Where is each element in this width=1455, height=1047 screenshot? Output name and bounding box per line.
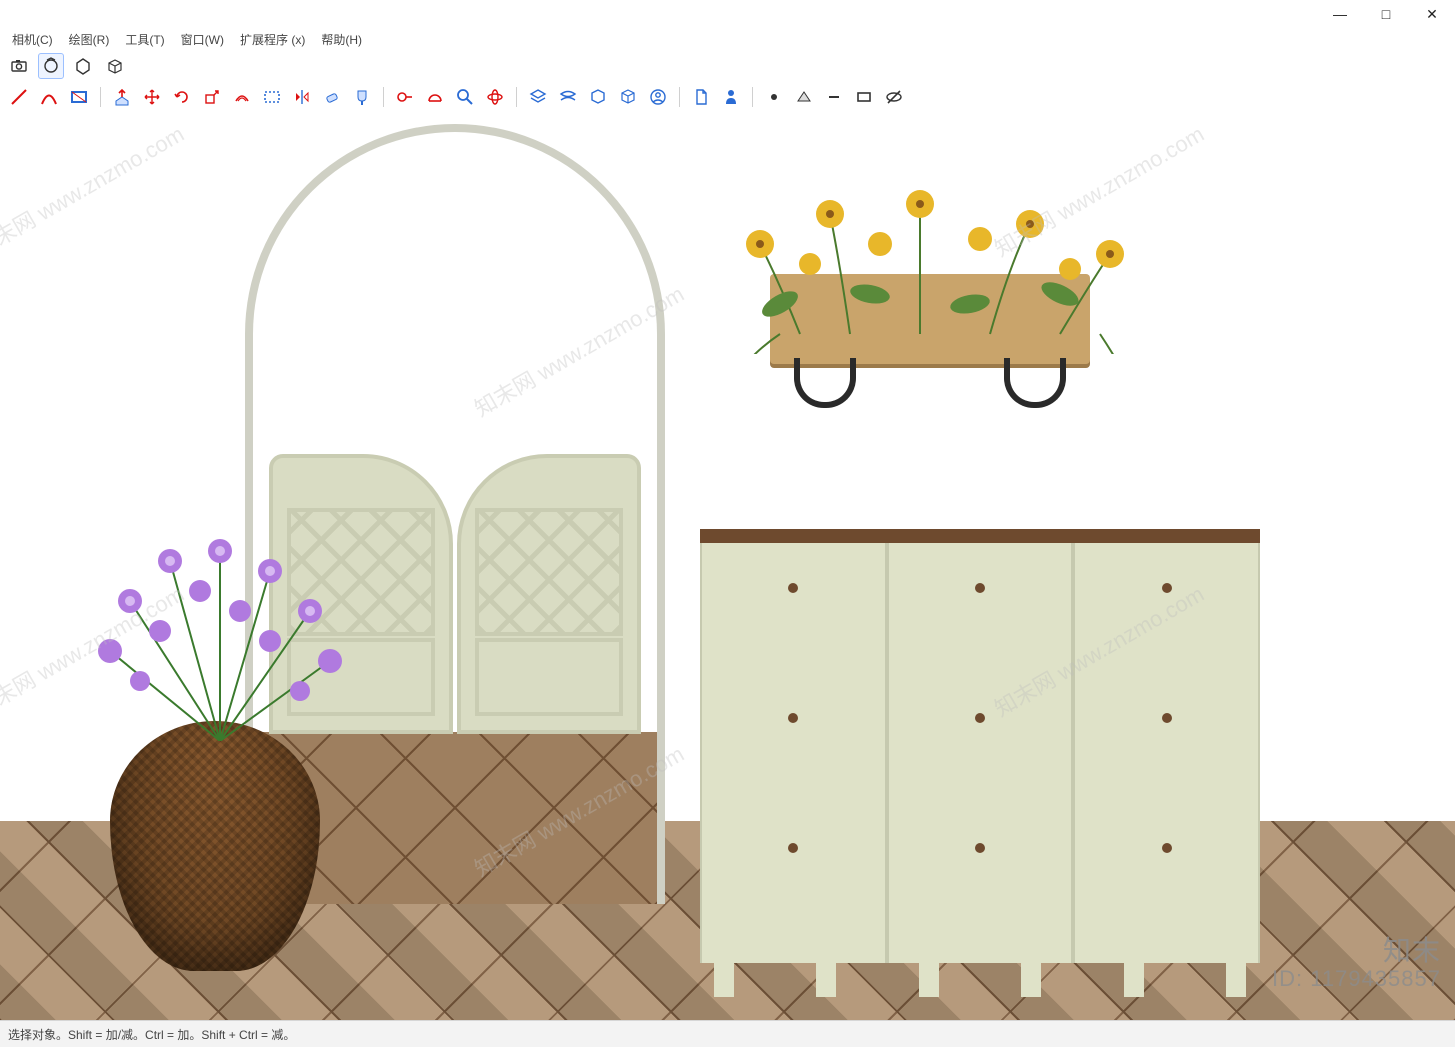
watermark-id-value: 1179435857 (1310, 966, 1441, 991)
watermark-id: ID: 1179435857 (1272, 967, 1441, 991)
rect-outline-tool[interactable] (851, 84, 877, 110)
pushpull-tool[interactable] (109, 84, 135, 110)
menu-draw[interactable]: 绘图(R) (61, 29, 118, 50)
menu-tools[interactable]: 工具(T) (117, 29, 172, 50)
purple-flowers (70, 521, 370, 741)
arc-tool[interactable] (36, 84, 62, 110)
person-tool[interactable] (718, 84, 744, 110)
wicker-basket-planter (110, 721, 320, 971)
dot-tool[interactable] (761, 84, 787, 110)
menu-extensions[interactable]: 扩展程序 (x) (232, 29, 313, 50)
tag-alt-tool[interactable] (615, 84, 641, 110)
tag-tool[interactable] (585, 84, 611, 110)
shelf-bracket-left (794, 358, 856, 408)
close-button[interactable]: ✕ (1409, 0, 1455, 28)
line-tool[interactable] (6, 84, 32, 110)
cabinet-legs (700, 963, 1260, 997)
box-icon[interactable] (102, 53, 128, 79)
cabinet-col-3 (1073, 543, 1260, 963)
eraser-tool[interactable] (319, 84, 345, 110)
window-controls: — □ ✕ (1317, 0, 1455, 28)
menu-help[interactable]: 帮助(H) (313, 29, 370, 50)
tape-tool[interactable] (392, 84, 418, 110)
mirror-tool[interactable] (289, 84, 315, 110)
doc-tool[interactable] (688, 84, 714, 110)
menu-camera[interactable]: 相机(C) (4, 29, 61, 50)
camera-icon[interactable] (6, 53, 32, 79)
menubar: 相机(C) 绘图(R) 工具(T) 窗口(W) 扩展程序 (x) 帮助(H) (0, 28, 1455, 50)
layers-tool[interactable] (525, 84, 551, 110)
cabinet-col-1 (700, 543, 887, 963)
tri-tool[interactable] (791, 84, 817, 110)
gate-panel (475, 638, 623, 716)
orbit-icon[interactable] (38, 53, 64, 79)
toolbar-separator (516, 87, 517, 107)
select-rect-tool[interactable] (259, 84, 285, 110)
protractor-tool[interactable] (422, 84, 448, 110)
short-line-tool[interactable] (821, 84, 847, 110)
move-tool[interactable] (139, 84, 165, 110)
scale-tool[interactable] (199, 84, 225, 110)
status-text: 选择对象。Shift = 加/减。Ctrl = 加。Shift + Ctrl =… (8, 1026, 295, 1043)
rotate-tool[interactable] (169, 84, 195, 110)
shelf-bracket-right (1004, 358, 1066, 408)
toolbar-separator (679, 87, 680, 107)
user-circle-tool[interactable] (645, 84, 671, 110)
zoom-tool[interactable] (452, 84, 478, 110)
statusbar: 选择对象。Shift = 加/减。Ctrl = 加。Shift + Ctrl =… (0, 1020, 1455, 1047)
maximize-button[interactable]: □ (1363, 0, 1409, 28)
menu-window[interactable]: 窗口(W) (173, 29, 232, 50)
minimize-button[interactable]: — (1317, 0, 1363, 28)
toolbar-separator (383, 87, 384, 107)
viewport[interactable]: 知末网 www.znzmo.com 知末网 www.znzmo.com 知末网 … (0, 114, 1455, 1021)
toolbar-separator (100, 87, 101, 107)
hidden-tool[interactable] (881, 84, 907, 110)
watermark-brand: 知末 (1272, 936, 1441, 967)
orbit-tool[interactable] (482, 84, 508, 110)
gate-right (457, 454, 641, 734)
yellow-flowers (720, 184, 1140, 354)
main-toolbar (0, 80, 1455, 115)
cabinet-col-2 (887, 543, 1074, 963)
gate-lattice (475, 508, 623, 636)
rectangle-tool[interactable] (66, 84, 92, 110)
paint-tool[interactable] (349, 84, 375, 110)
three-door-cabinet (700, 529, 1260, 963)
shape-icon[interactable] (70, 53, 96, 79)
watermark-corner: 知末 ID: 1179435857 (1272, 936, 1441, 991)
watermark-id-label: ID: (1272, 966, 1303, 991)
section-tool[interactable] (555, 84, 581, 110)
offset-tool[interactable] (229, 84, 255, 110)
watermark-diag: 知末网 www.znzmo.com (0, 117, 189, 263)
secondary-toolbar (0, 52, 1455, 81)
toolbar-separator (752, 87, 753, 107)
